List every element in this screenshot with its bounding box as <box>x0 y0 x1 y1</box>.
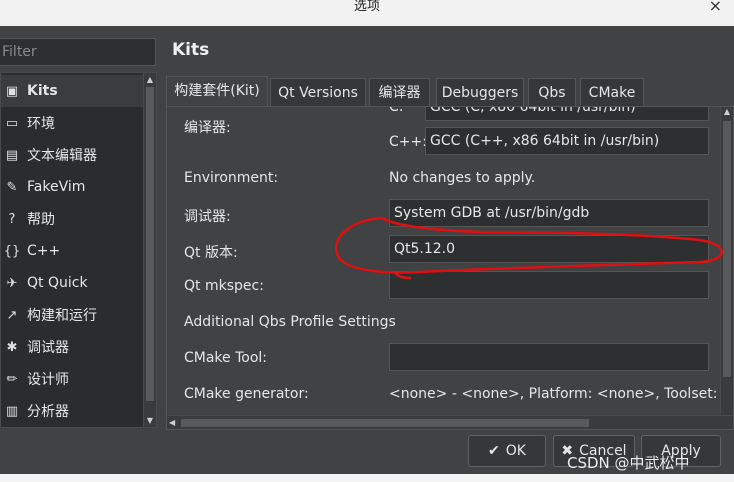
c-compiler-label: C: <box>389 106 404 115</box>
tab-cmake[interactable]: CMake <box>580 78 644 106</box>
compiler-label: 编译器: <box>184 120 231 136</box>
panel-horizontal-scrollbar[interactable]: ◀ <box>167 415 733 429</box>
cpp-icon: {} <box>3 243 21 259</box>
category-label: Qt Quick <box>27 275 88 291</box>
cmake-generator-value: <none> - <none>, Platform: <none>, Tools… <box>389 386 734 402</box>
scrollbar-thumb[interactable] <box>181 419 589 427</box>
category-cpp[interactable]: {} C++ <box>1 235 143 267</box>
scrollbar-thumb[interactable] <box>146 87 154 401</box>
qbs-profile-label: Additional Qbs Profile Settings <box>184 314 396 330</box>
category-kits[interactable]: ▣ Kits <box>1 75 143 107</box>
page-title: Kits <box>172 40 210 60</box>
category-label: FakeVim <box>27 179 86 195</box>
tab-compilers[interactable]: 编译器 <box>369 78 430 106</box>
scroll-down-icon[interactable]: ▼ <box>144 416 156 425</box>
qt-mkspec-input[interactable] <box>389 271 709 299</box>
scroll-left-icon[interactable]: ◀ <box>169 416 175 429</box>
designer-icon: ✏ <box>6 371 18 387</box>
debugger-label: 调试器: <box>184 209 231 225</box>
category-label: Kits <box>27 83 58 99</box>
category-label: 设计师 <box>27 372 69 388</box>
qt-version-select[interactable]: Qt5.12.0 <box>389 235 709 263</box>
scrollbar-thumb[interactable] <box>723 121 731 377</box>
category-label: 环境 <box>27 116 55 132</box>
build-run-icon: ↗ <box>6 307 18 323</box>
analyzer-icon: ▥ <box>5 403 19 419</box>
cpp-compiler-select[interactable]: GCC (C++, x86 64bit in /usr/bin) <box>425 127 709 155</box>
category-environment[interactable]: ▭ 环境 <box>1 107 143 139</box>
category-designer[interactable]: ✏ 设计师 <box>1 363 143 395</box>
category-debugger[interactable]: ✱ 调试器 <box>1 331 143 363</box>
title-bar: 选项 × <box>0 0 734 26</box>
ok-label: OK <box>505 443 526 459</box>
category-build-run[interactable]: ↗ 构建和运行 <box>1 299 143 331</box>
close-icon[interactable]: × <box>709 0 722 14</box>
scroll-up-icon[interactable]: ▲ <box>721 107 733 116</box>
category-scrollbar[interactable]: ▲ ▼ <box>143 73 156 427</box>
checkmark-icon: ✔ <box>488 443 500 459</box>
qt-mkspec-label: Qt mkspec: <box>184 278 264 294</box>
environment-label: Environment: <box>184 170 279 186</box>
category-text-editor[interactable]: ▤ 文本编辑器 <box>1 139 143 171</box>
category-label: 帮助 <box>27 212 55 228</box>
cmake-tool-label: CMake Tool: <box>184 350 268 366</box>
cmake-tool-select[interactable] <box>389 343 709 371</box>
debugger-select[interactable]: System GDB at /usr/bin/gdb <box>389 199 709 227</box>
tab-debuggers[interactable]: Debuggers <box>436 78 524 106</box>
environment-value: No changes to apply. <box>389 170 536 186</box>
category-label: 文本编辑器 <box>27 148 97 164</box>
category-label: 调试器 <box>27 340 69 356</box>
watermark: CSDN @中武松中 <box>567 454 690 472</box>
panel-vertical-scrollbar[interactable]: ▲ <box>720 107 733 415</box>
c-compiler-select[interactable]: GCC (C, x86 64bit in /usr/bin) <box>425 107 709 121</box>
category-help[interactable]: ? 帮助 <box>1 203 143 235</box>
cpp-compiler-label: C++: <box>389 134 427 150</box>
category-analyzer[interactable]: ▥ 分析器 <box>1 395 143 427</box>
category-qt-quick[interactable]: ✈ Qt Quick <box>1 267 143 299</box>
qt-version-label: Qt 版本: <box>184 245 238 261</box>
category-label: C++ <box>27 243 61 259</box>
fakevim-icon: ✎ <box>6 179 18 195</box>
category-label: 分析器 <box>27 404 69 420</box>
category-label: 构建和运行 <box>27 308 97 324</box>
cmake-generator-label: CMake generator: <box>184 386 309 402</box>
filter-input[interactable]: Filter <box>0 38 156 66</box>
ok-button[interactable]: ✔ OK <box>468 435 546 467</box>
scroll-up-icon[interactable]: ▲ <box>144 75 156 84</box>
tab-qbs[interactable]: Qbs <box>528 78 576 106</box>
debugger-icon: ✱ <box>6 339 18 355</box>
monitor-icon: ▭ <box>5 115 19 131</box>
window-title: 选项 <box>353 0 380 14</box>
qt-quick-icon: ✈ <box>6 275 18 291</box>
kit-settings-panel: 编译器: C: GCC (C, x86 64bit in /usr/bin) C… <box>166 106 734 430</box>
desktop-strip <box>0 474 734 482</box>
category-fakevim[interactable]: ✎ FakeVim <box>1 171 143 203</box>
tab-kits[interactable]: 构建套件(Kit) <box>166 76 268 107</box>
kits-icon: ▣ <box>5 83 19 99</box>
category-list: ▣ Kits ▭ 环境 ▤ 文本编辑器 ✎ FakeVim ? 帮助 {} C+… <box>0 72 157 428</box>
text-editor-icon: ▤ <box>5 147 19 163</box>
help-icon: ? <box>8 211 16 227</box>
tab-qt-versions[interactable]: Qt Versions <box>270 78 366 106</box>
